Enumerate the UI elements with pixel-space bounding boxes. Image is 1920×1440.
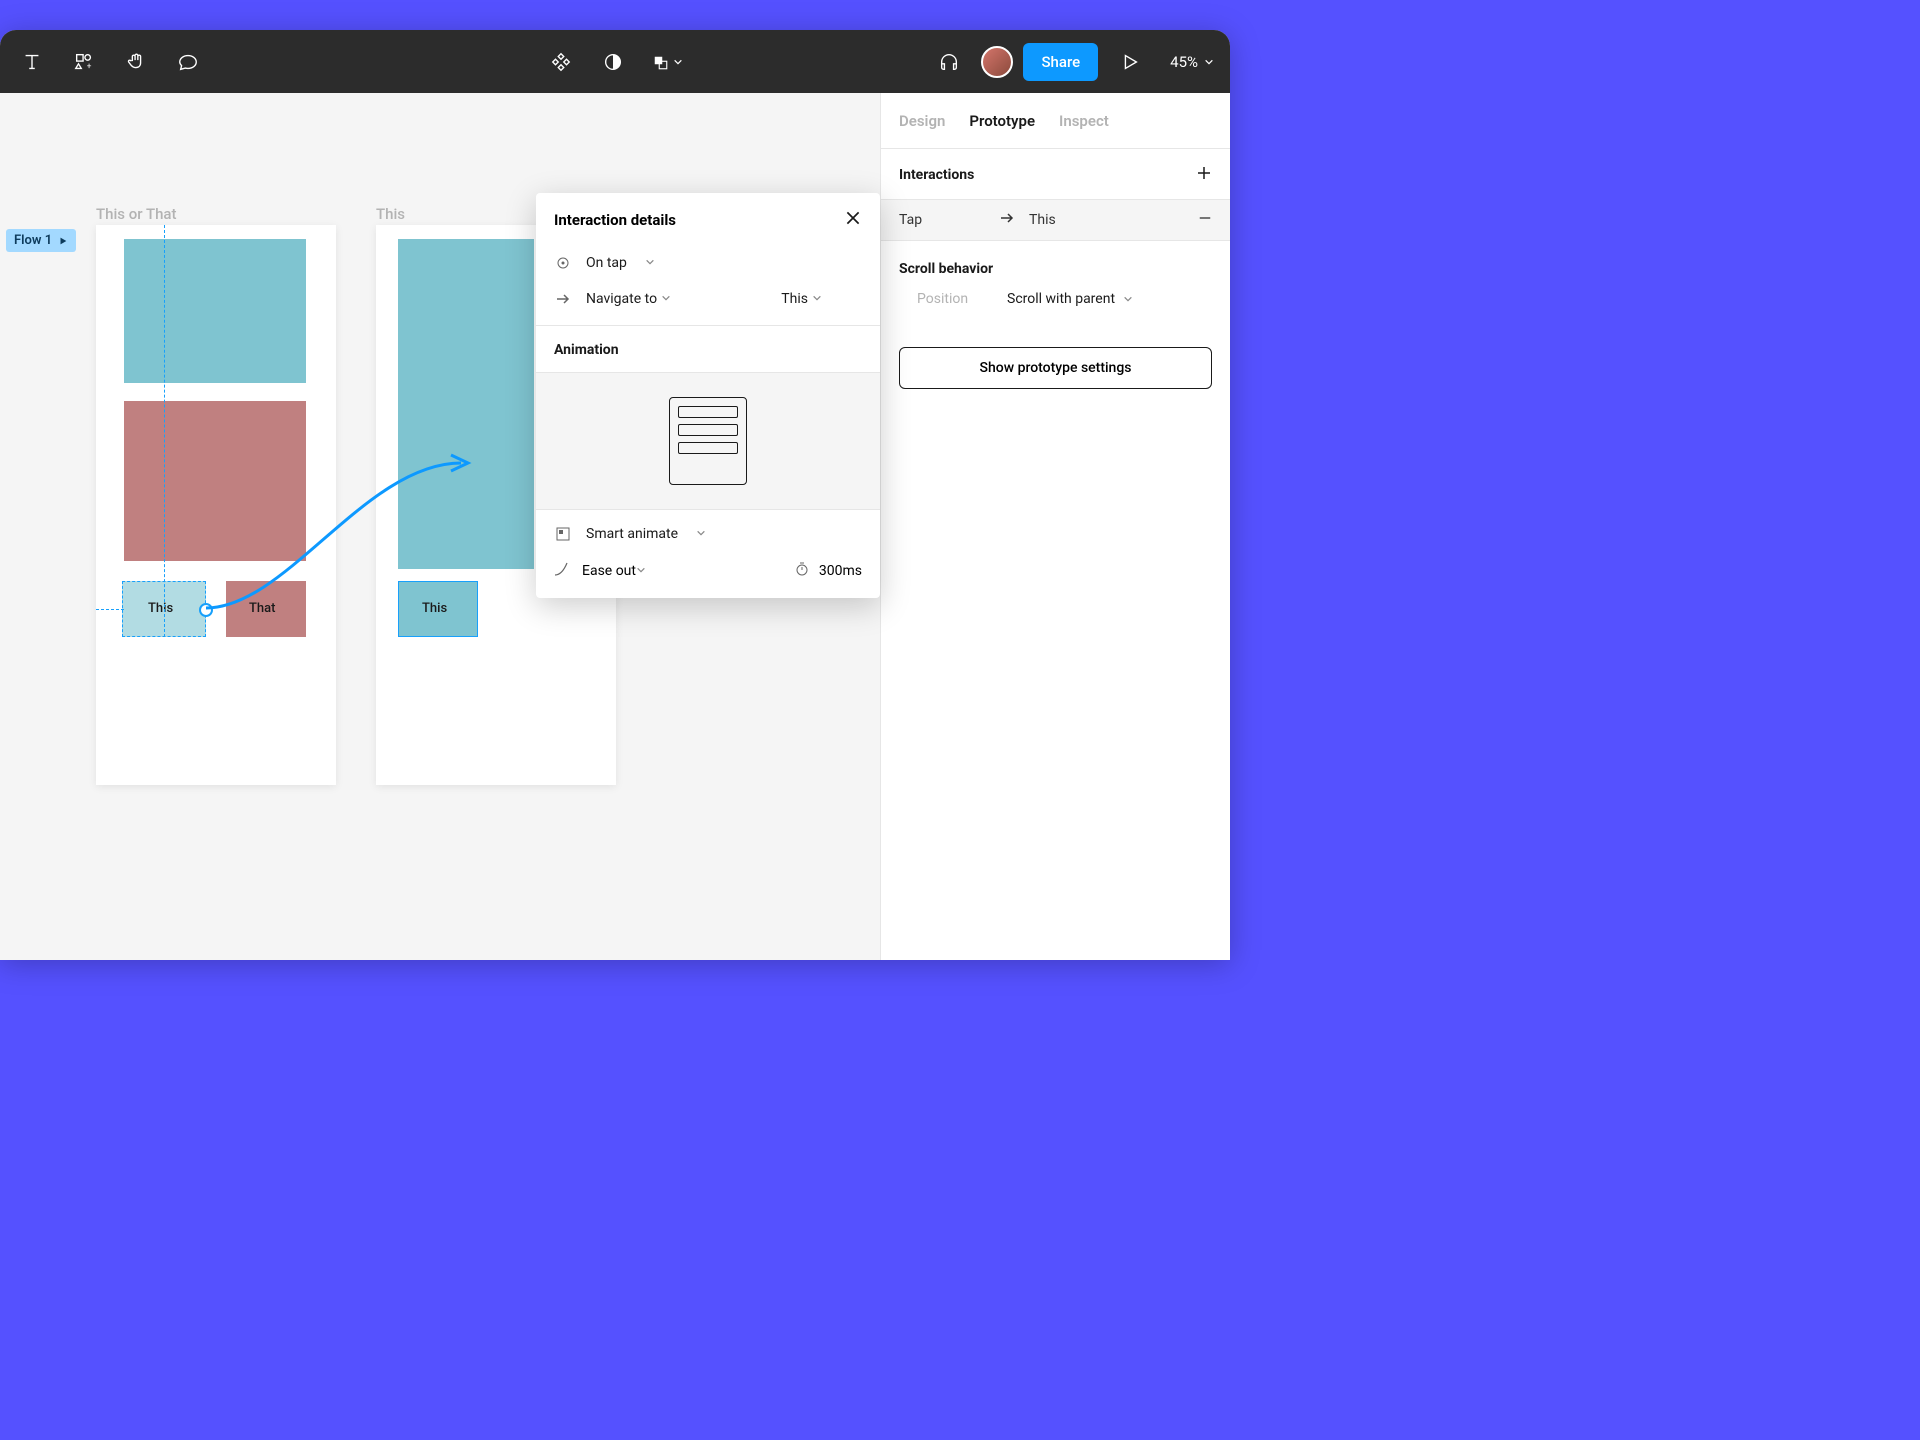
zoom-value: 45% bbox=[1170, 53, 1198, 71]
animation-preview bbox=[536, 372, 880, 510]
close-icon[interactable] bbox=[844, 209, 862, 231]
components-icon[interactable] bbox=[539, 40, 583, 84]
chevron-down-icon bbox=[696, 526, 706, 542]
panel-tabs: Design Prototype Inspect bbox=[881, 93, 1230, 149]
right-panel: Design Prototype Inspect Interactions Ta… bbox=[880, 93, 1230, 960]
arrow-icon bbox=[999, 210, 1015, 230]
interaction-trigger: Tap bbox=[899, 212, 999, 228]
chevron-down-icon bbox=[812, 291, 822, 307]
share-button[interactable]: Share bbox=[1023, 43, 1098, 81]
animation-type-dropdown[interactable]: Smart animate bbox=[536, 510, 880, 552]
card-label: This bbox=[422, 601, 447, 616]
interactions-title: Interactions bbox=[899, 167, 974, 183]
tab-prototype[interactable]: Prototype bbox=[969, 112, 1035, 130]
boolean-tool[interactable] bbox=[643, 40, 691, 84]
arrow-icon bbox=[554, 291, 572, 307]
destination-dropdown[interactable]: This bbox=[781, 291, 822, 307]
artboard-this-or-that[interactable]: That bbox=[96, 225, 336, 785]
tab-design[interactable]: Design bbox=[899, 112, 945, 130]
trigger-dropdown[interactable]: On tap bbox=[536, 247, 880, 281]
chevron-down-icon bbox=[645, 255, 655, 271]
frame-label: This bbox=[376, 205, 405, 223]
easing-icon bbox=[554, 562, 568, 580]
position-dropdown[interactable]: Scroll with parent bbox=[1007, 291, 1133, 307]
interaction-target: This bbox=[1029, 212, 1198, 228]
animation-preview-frame bbox=[669, 397, 747, 485]
smart-animate-icon bbox=[554, 527, 572, 541]
duration-input[interactable]: 300ms bbox=[795, 562, 862, 580]
guide-horizontal bbox=[96, 609, 124, 610]
show-prototype-settings-button[interactable]: Show prototype settings bbox=[899, 347, 1212, 389]
avatar[interactable] bbox=[981, 46, 1013, 78]
interaction-details-popup: Interaction details On tap Navigate to T… bbox=[536, 193, 880, 598]
position-label: Position bbox=[917, 291, 987, 307]
zoom-dropdown[interactable]: 45% bbox=[1162, 53, 1222, 71]
animation-title: Animation bbox=[554, 342, 862, 358]
chevron-down-icon bbox=[636, 563, 646, 579]
interaction-row[interactable]: Tap This bbox=[881, 200, 1230, 240]
present-button[interactable] bbox=[1108, 40, 1152, 84]
flow-label: Flow 1 bbox=[14, 233, 52, 248]
canvas-block bbox=[398, 239, 534, 569]
mask-icon[interactable] bbox=[591, 40, 635, 84]
card-label: This bbox=[148, 601, 173, 616]
flow-badge[interactable]: Flow 1 bbox=[6, 229, 76, 252]
timer-icon bbox=[795, 562, 809, 580]
frame-label: This or That bbox=[96, 205, 177, 223]
add-interaction-button[interactable] bbox=[1196, 165, 1212, 185]
remove-interaction-button[interactable] bbox=[1198, 211, 1212, 229]
canvas-block bbox=[124, 401, 306, 561]
card-label: That bbox=[249, 601, 275, 616]
connection-handle[interactable] bbox=[199, 603, 213, 617]
text-tool[interactable] bbox=[10, 40, 54, 84]
canvas-block bbox=[124, 239, 306, 383]
tab-inspect[interactable]: Inspect bbox=[1059, 112, 1109, 130]
hand-tool[interactable] bbox=[114, 40, 158, 84]
chevron-down-icon bbox=[661, 291, 671, 307]
action-dropdown[interactable]: Navigate to bbox=[586, 291, 671, 307]
shapes-tool[interactable]: + bbox=[62, 40, 106, 84]
trigger-icon bbox=[554, 256, 572, 270]
scroll-behavior-title: Scroll behavior bbox=[899, 261, 1212, 277]
guide-vertical bbox=[164, 225, 165, 637]
comment-tool[interactable] bbox=[166, 40, 210, 84]
easing-dropdown[interactable]: Ease out bbox=[582, 563, 646, 579]
popup-title: Interaction details bbox=[554, 211, 676, 229]
svg-text:+: + bbox=[87, 61, 92, 71]
headphones-icon[interactable] bbox=[927, 40, 971, 84]
toolbar: + Share 45% bbox=[0, 30, 1230, 93]
